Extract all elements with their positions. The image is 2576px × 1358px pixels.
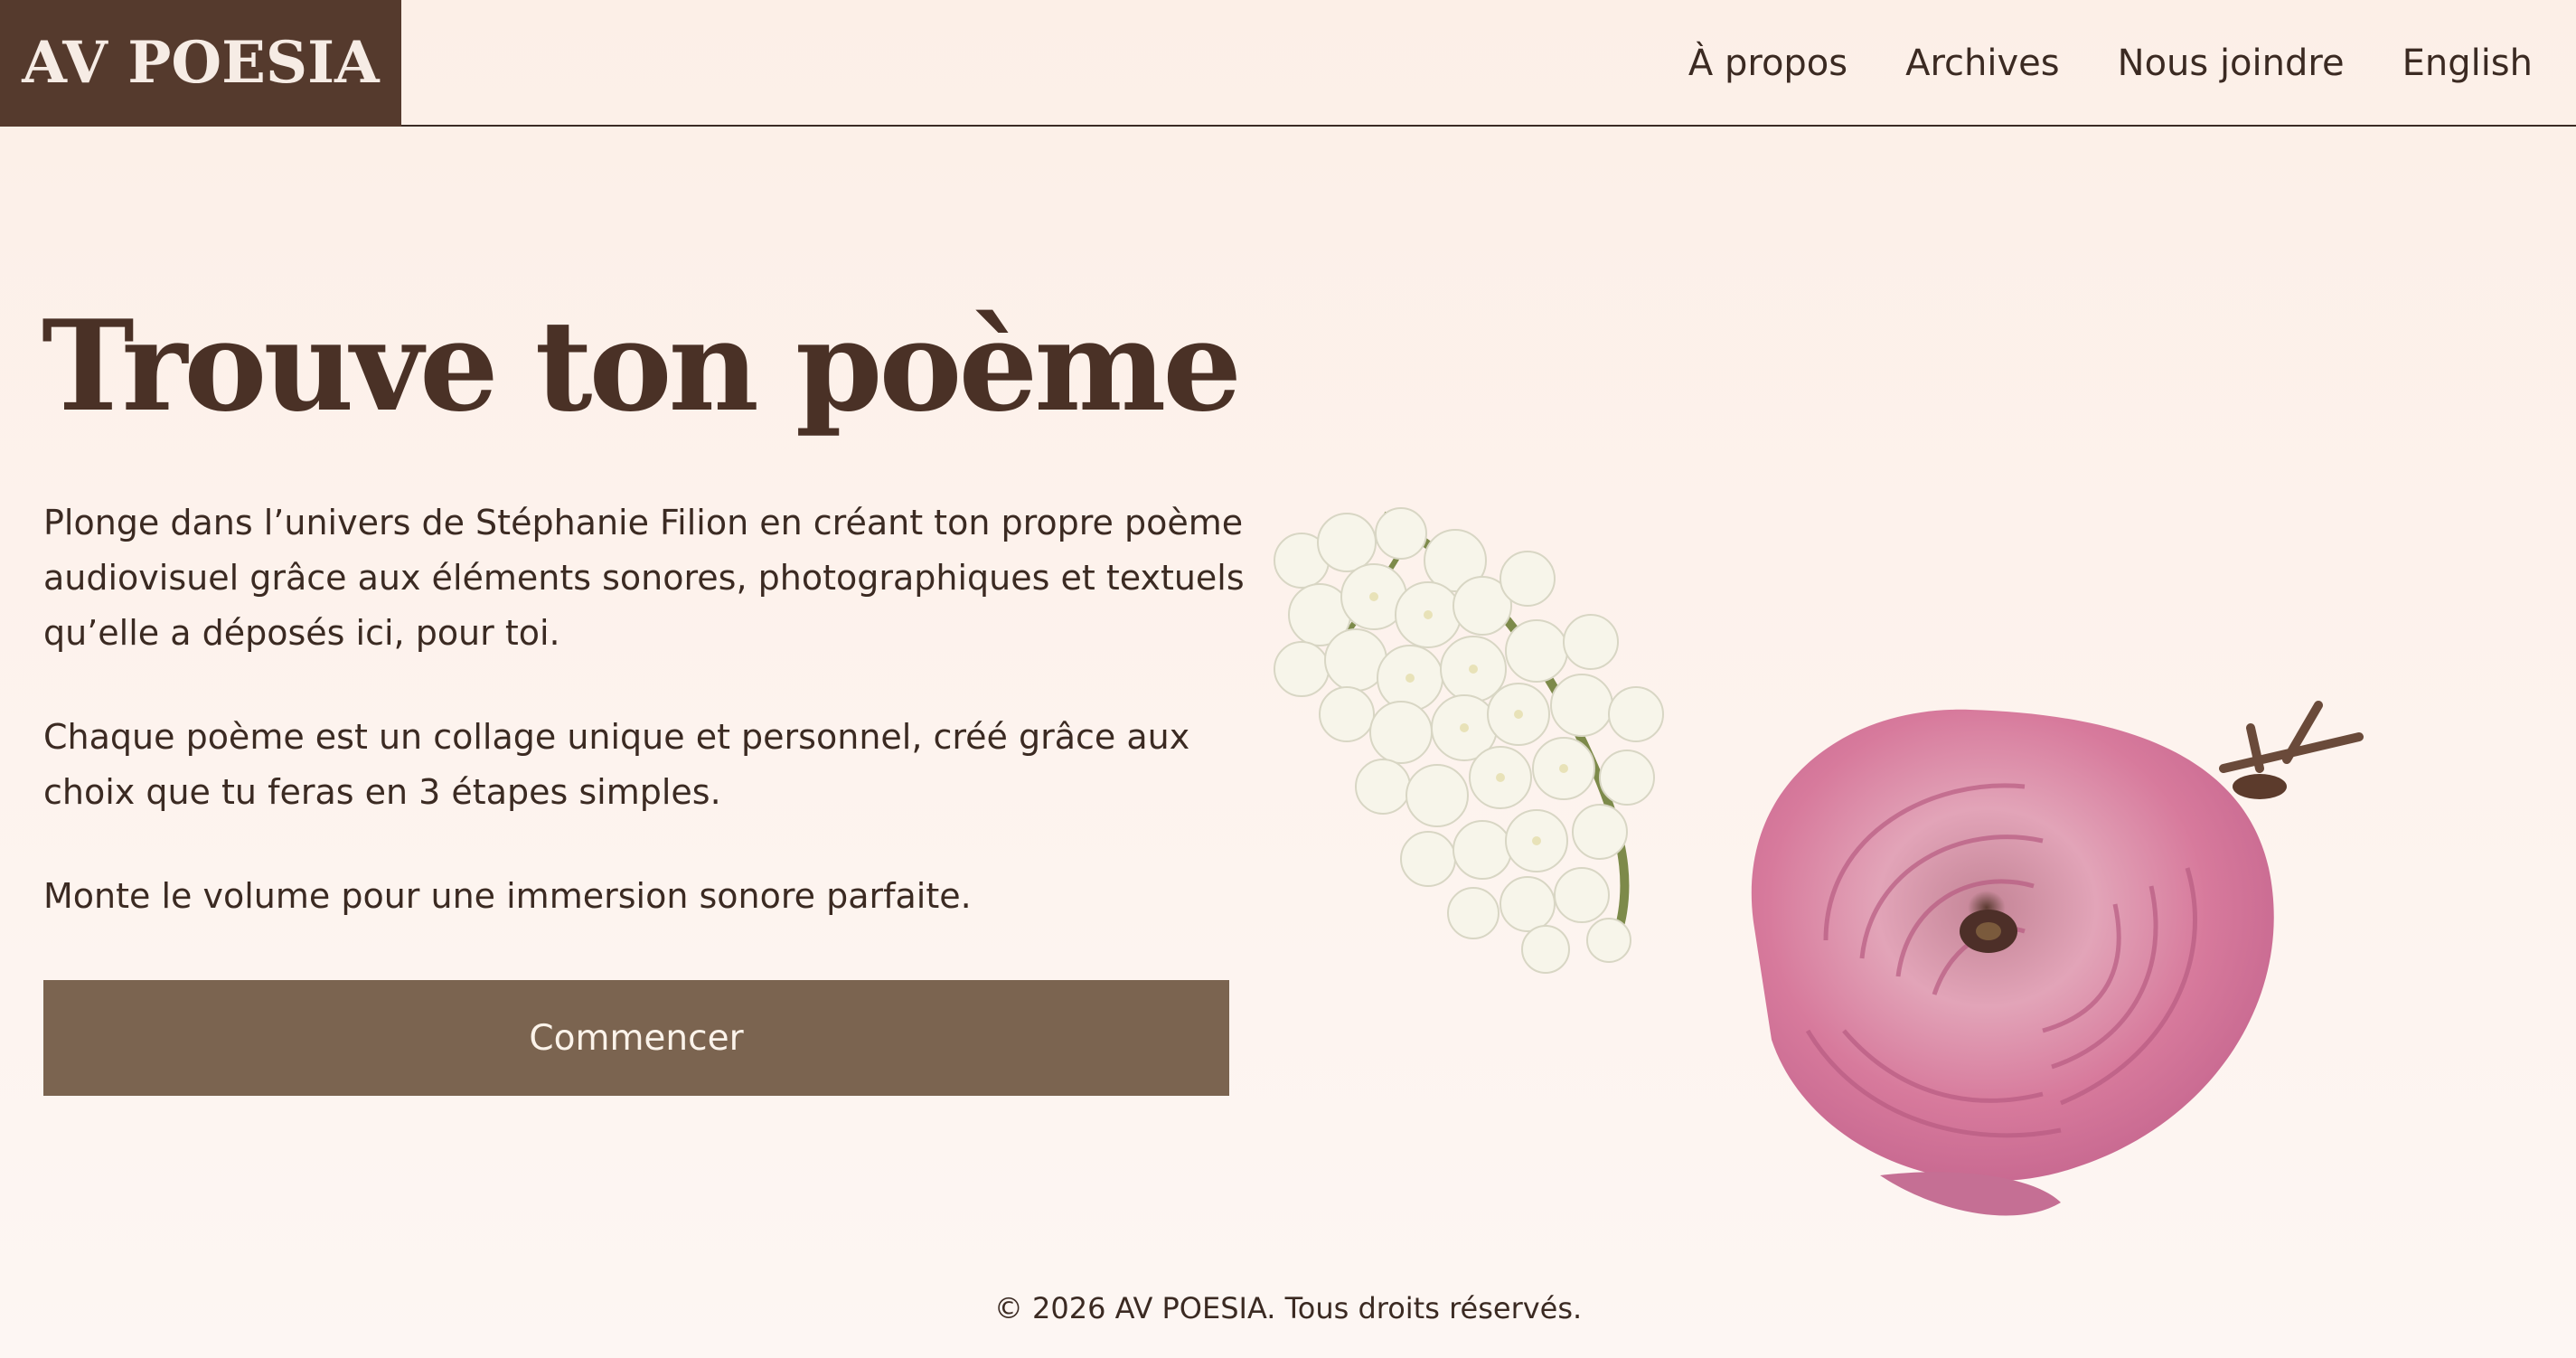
lilac-flower-image — [1274, 507, 1664, 974]
nav-link-archives[interactable]: Archives — [1905, 42, 2060, 84]
copyright-text: © 2026 AV POESIA. Tous droits réservés. — [993, 1291, 1583, 1325]
flower-illustration — [1274, 507, 2364, 1216]
nav-link-about[interactable]: À propos — [1688, 42, 1847, 84]
page-title: Trouve ton poème — [42, 292, 1242, 439]
start-button[interactable]: Commencer — [43, 980, 1229, 1096]
nav-link-language[interactable]: English — [2402, 42, 2533, 84]
site-header: AV POESIA À propos Archives Nous joindre… — [0, 0, 2576, 127]
intro-text: Plonge dans l’univers de Stéphanie Filio… — [43, 495, 1255, 973]
intro-paragraph: Plonge dans l’univers de Stéphanie Filio… — [43, 503, 1245, 653]
intro-paragraph: Chaque poème est un collage unique et pe… — [43, 717, 1190, 812]
site-footer: © 2026 AV POESIA. Tous droits réservés. — [0, 1291, 2576, 1325]
pink-ranunculus-image — [1751, 701, 2364, 1216]
nav-link-contact[interactable]: Nous joindre — [2118, 42, 2345, 84]
intro-paragraph: Monte le volume pour une immersion sonor… — [43, 876, 972, 916]
site-logo[interactable]: AV POESIA — [0, 0, 401, 127]
main-nav: À propos Archives Nous joindre English — [1688, 0, 2533, 127]
